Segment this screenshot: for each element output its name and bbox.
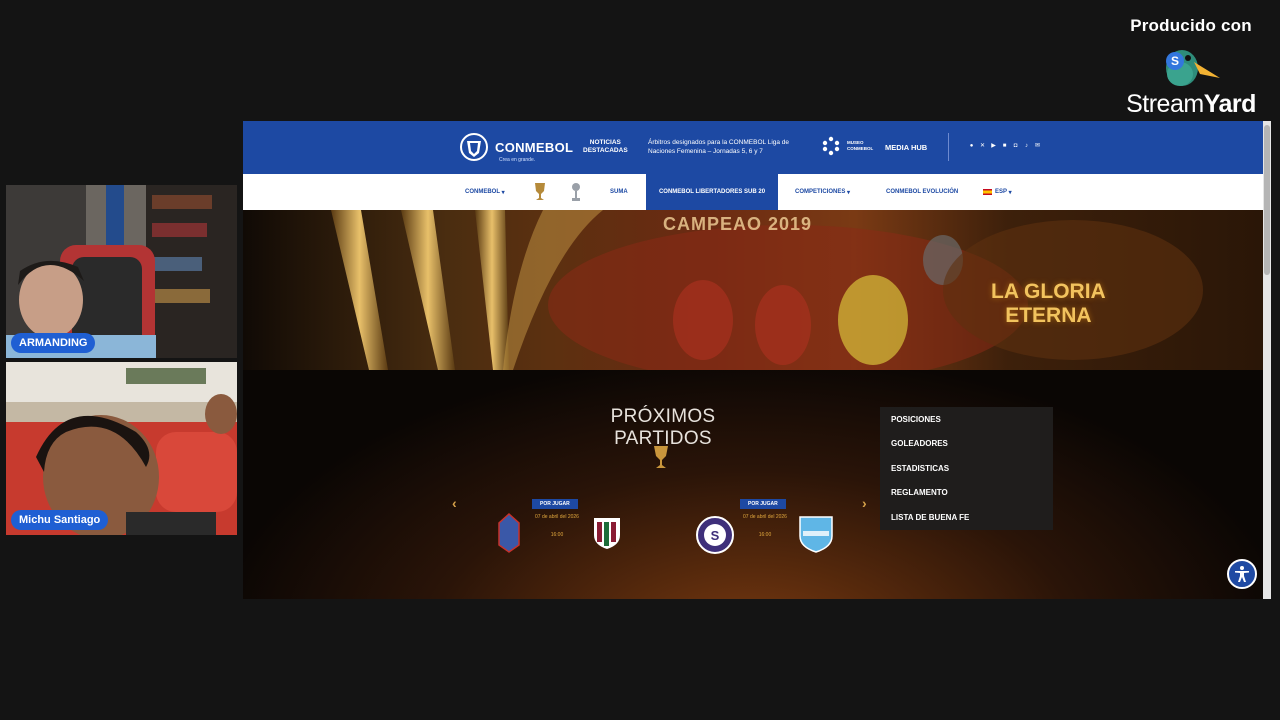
nav-evolucion[interactable]: CONMEBOL EVOLUCIÓN <box>886 174 958 210</box>
streamyard-watermark: Producido con S StreamYard <box>1116 16 1266 119</box>
fluminense-crest-icon <box>594 518 620 549</box>
match-date: 07 de abril del 2026 <box>743 514 787 520</box>
nav-conmebol[interactable]: CONMEBOL ▾ <box>465 174 505 210</box>
header-divider <box>948 133 949 161</box>
match-card[interactable]: POR JUGAR 07 de abril del 2026 16:00 <box>497 499 647 559</box>
matches-prev-arrow[interactable]: ‹ <box>452 495 457 511</box>
accessibility-icon <box>1235 566 1249 582</box>
museo-icon <box>822 136 840 156</box>
match-status-badge: POR JUGAR <box>740 499 786 509</box>
news-label: NOTICIAS DESTACADAS <box>583 139 628 154</box>
svg-text:S: S <box>711 528 720 543</box>
site-header: CONMEBOL Crea en grande. NOTICIAS DESTAC… <box>243 121 1263 174</box>
participant-name-badge: Michu Santiago <box>11 510 109 530</box>
recopa-trophy-icon[interactable] <box>570 174 582 210</box>
menu-item-reglamento[interactable]: REGLAMENTO <box>891 488 948 497</box>
scrollbar-thumb[interactable] <box>1264 125 1270 275</box>
team-crest-home-icon <box>498 513 520 553</box>
news-headline-link[interactable]: Árbitros designados para la CONMEBOL Lig… <box>648 139 813 156</box>
nav-libertadores-sub20[interactable]: CONMEBOL LIBERTADORES SUB 20 <box>646 174 778 210</box>
menu-item-posiciones[interactable]: POSICIONES <box>891 415 941 424</box>
match-date: 07 de abril del 2026 <box>535 514 579 520</box>
match-time: 16:00 <box>758 532 772 538</box>
facebook-icon[interactable]: ● <box>968 143 975 150</box>
nav-competiciones[interactable]: COMPETICIONES ▾ <box>795 174 850 210</box>
match-status-badge: POR JUGAR <box>532 499 578 509</box>
shared-screen: CONMEBOL Crea en grande. NOTICIAS DESTAC… <box>243 121 1271 599</box>
spain-flag-icon <box>983 189 992 195</box>
conmebol-logo[interactable]: CONMEBOL Crea en grande. <box>457 132 574 163</box>
streamyard-wordmark: StreamYard <box>1126 90 1256 118</box>
media-hub-link[interactable]: MEDIA HUB <box>885 143 927 152</box>
menu-item-lista-buena-fe[interactable]: LISTA DE BUENA FE <box>891 513 969 522</box>
svg-text:S: S <box>1171 54 1179 68</box>
participant-tile-armanding[interactable]: ARMANDING <box>6 185 237 358</box>
hero-headline: LA GLORIA ETERNA <box>991 280 1106 327</box>
menu-item-goleadores[interactable]: GOLEADORES <box>891 439 948 448</box>
conmebol-logo-text: CONMEBOL <box>495 139 574 155</box>
accessibility-button[interactable] <box>1227 559 1257 589</box>
x-icon[interactable]: ✕ <box>979 143 986 150</box>
language-selector[interactable]: ESP ▾ <box>983 174 1012 210</box>
instagram-icon[interactable]: ◘ <box>1012 143 1019 150</box>
match-card[interactable]: S POR JUGAR 07 de abril del 2026 16:00 <box>695 499 845 559</box>
linkedin-icon[interactable]: ■ <box>1001 143 1008 150</box>
competition-dropdown-menu: POSICIONES GOLEADORES ESTADISTICAS REGLA… <box>880 407 1053 530</box>
participant-name-badge: ARMANDING <box>11 333 96 353</box>
hero-banner: CAMPEAO 2019 LA GLORIA ETERNA <box>243 210 1263 370</box>
bolivar-crest-icon <box>799 516 833 553</box>
menu-item-estadisticas[interactable]: ESTADISTICAS <box>891 464 949 473</box>
youtube-icon[interactable]: ▶ <box>990 143 997 150</box>
streamyard-duck-logo: S <box>1116 44 1266 94</box>
independiente-crest-icon: S <box>696 516 734 554</box>
participant-tile-michu-santiago[interactable]: Michu Santiago <box>6 362 237 535</box>
matches-next-arrow[interactable]: › <box>862 495 867 511</box>
screen-scrollbar[interactable] <box>1263 121 1271 599</box>
social-links: ● ✕ ▶ ■ ◘ ♪ ✉ <box>968 143 1041 150</box>
conmebol-shield-icon <box>460 133 488 161</box>
upcoming-matches-section: PRÓXIMOS PARTIDOS ‹ › POR JUGAR 07 de ab… <box>243 370 1263 599</box>
conmebol-tagline: Crea en grande. <box>499 157 536 163</box>
tiktok-icon[interactable]: ♪ <box>1023 143 1030 150</box>
produced-with-label: Producido con <box>1130 16 1252 35</box>
nav-suma[interactable]: SUMA <box>610 174 628 210</box>
match-time: 16:00 <box>550 532 564 538</box>
libertadores-trophy-icon[interactable] <box>533 174 547 210</box>
hero-banner-text: CAMPEAO 2019 <box>663 214 813 234</box>
email-icon[interactable]: ✉ <box>1034 143 1041 150</box>
museo-conmebol-link[interactable]: MUSEO CONMEBOL <box>821 136 873 156</box>
libertadores-trophy-icon <box>654 446 668 468</box>
site-nav: CONMEBOL ▾ SUMA CONMEBOL LIBERTADORES SU… <box>243 174 1263 210</box>
